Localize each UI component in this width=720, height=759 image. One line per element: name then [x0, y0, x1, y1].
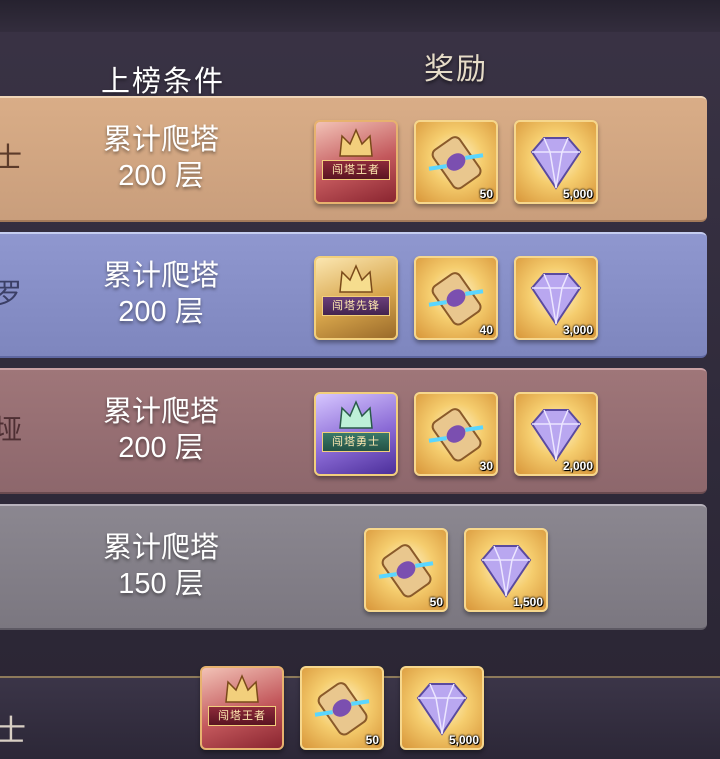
title-badge-reward[interactable]: 闯塔王者: [200, 666, 284, 750]
ranking-row-4: 累计爬塔 150 层 50 1,500: [0, 504, 707, 630]
reward-quantity: 2,000: [562, 459, 593, 473]
condition-line-2: 200 层: [118, 160, 204, 192]
climb-condition: 累计爬塔 200 层: [96, 122, 226, 194]
scroll-reward[interactable]: 50: [300, 666, 384, 750]
scroll-reward[interactable]: 40: [414, 256, 498, 340]
title-badge-reward[interactable]: 闯塔王者: [314, 120, 398, 204]
gem-reward[interactable]: 2,000: [514, 392, 598, 476]
condition-line-2: 200 层: [118, 432, 204, 464]
crown-icon: [339, 128, 373, 157]
condition-line-1: 累计爬塔: [102, 260, 219, 292]
reward-quantity: 50: [479, 187, 493, 201]
gem-reward[interactable]: 3,000: [514, 256, 598, 340]
condition-line-1: 累计爬塔: [102, 124, 219, 156]
reward-quantity: 40: [479, 323, 493, 337]
title-badge-reward[interactable]: 闯塔勇士: [314, 392, 398, 476]
reward-quantity: 50: [365, 733, 379, 747]
scroll-reward[interactable]: 30: [414, 392, 498, 476]
reward-quantity: 1,500: [512, 595, 543, 609]
table-header: 上榜条件 奖励: [0, 40, 720, 98]
ranking-row-2: 罗 累计爬塔 200 层 闯塔先锋 40 3,000: [0, 232, 707, 358]
scroll-reward[interactable]: 50: [414, 120, 498, 204]
title-banner: 闯塔勇士: [322, 432, 390, 452]
ranking-row-1: 士 累计爬塔 200 层 闯塔王者 50 5,000: [0, 96, 707, 222]
my-rank-footer: 士 闯塔王者 50 5,000: [0, 666, 720, 759]
condition-line-1: 累计爬塔: [102, 396, 219, 428]
gem-reward[interactable]: 1,500: [464, 528, 548, 612]
reward-quantity: 50: [429, 595, 443, 609]
reward-quantity: 5,000: [448, 733, 479, 747]
reward-quantity: 5,000: [562, 187, 593, 201]
title-banner: 闯塔王者: [322, 160, 390, 180]
scroll-reward[interactable]: 50: [364, 528, 448, 612]
climb-condition: 累计爬塔 150 层: [96, 530, 226, 602]
reward-header: 奖励: [424, 53, 488, 86]
crown-icon: [225, 674, 259, 703]
condition-header: 上榜条件: [100, 66, 225, 98]
rank-label-fragment: 士: [0, 142, 23, 173]
gem-reward[interactable]: 5,000: [400, 666, 484, 750]
ranking-row-3: 垭 累计爬塔 200 层 闯塔勇士 30 2,000: [0, 368, 707, 494]
rank-label-fragment: 垭: [0, 414, 23, 445]
title-banner: 闯塔王者: [208, 706, 276, 726]
top-band: [0, 0, 720, 32]
gem-reward[interactable]: 5,000: [514, 120, 598, 204]
title-banner: 闯塔先锋: [322, 296, 390, 316]
climb-condition: 累计爬塔 200 层: [96, 258, 226, 330]
climb-condition: 累计爬塔 200 层: [96, 394, 226, 466]
reward-quantity: 3,000: [562, 323, 593, 337]
rank-label-fragment: 罗: [0, 278, 23, 309]
rank-label-fragment: 士: [0, 715, 26, 748]
crown-icon: [339, 264, 373, 293]
condition-line-2: 150 层: [118, 568, 204, 600]
title-badge-reward[interactable]: 闯塔先锋: [314, 256, 398, 340]
condition-line-1: 累计爬塔: [102, 532, 219, 564]
reward-quantity: 30: [479, 459, 493, 473]
crown-icon: [339, 400, 373, 429]
condition-line-2: 200 层: [118, 296, 204, 328]
